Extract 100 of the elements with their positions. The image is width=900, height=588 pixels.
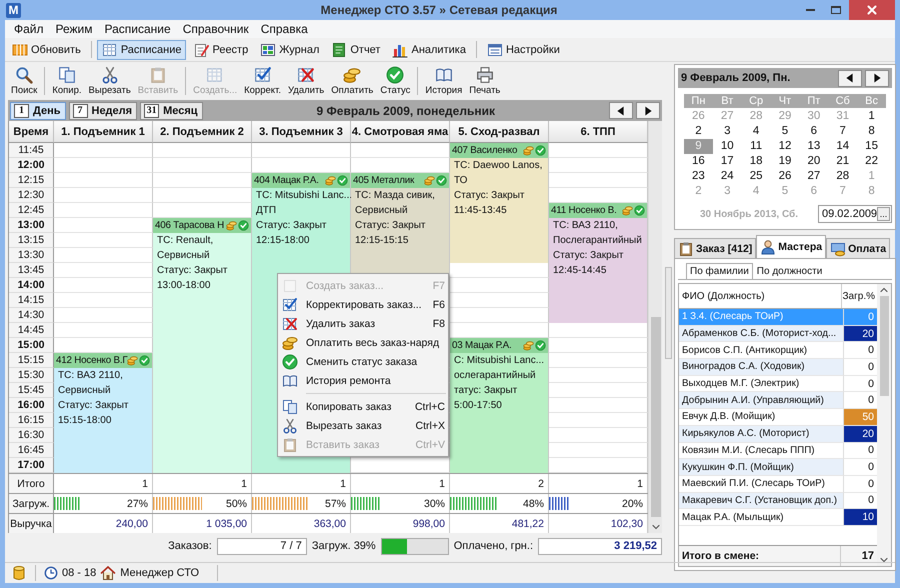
revenue-value: 1 035,00 — [153, 514, 252, 533]
time-label: 15:00 — [9, 338, 54, 353]
weekday-label: Вт — [720, 94, 734, 108]
time-label: 13:30 — [9, 248, 54, 263]
time-label: 16:30 — [9, 428, 54, 443]
calendar-title: 9 Февраль 2009, Пн. — [681, 72, 792, 84]
load-percent: 27% — [126, 498, 149, 510]
appointment-detail: ДТП — [256, 204, 276, 218]
column-header: ФИО (Должность) — [679, 284, 842, 308]
appointment-detail: Статус: Закрыт — [454, 189, 524, 203]
shift-total-label: Итого в смене: — [679, 546, 841, 566]
appointment-detail: 12:45-14:45 — [553, 264, 606, 278]
appointment-detail: Сервисный — [157, 249, 210, 263]
time-label: 15:45 — [9, 383, 54, 398]
appointment-detail: Сервисный — [58, 384, 111, 398]
load-percent: 48% — [522, 498, 545, 510]
total-count: 2 — [450, 474, 549, 493]
column-header: 2. Подъемник 2 — [153, 121, 252, 143]
calendar-page-icon: 7 — [72, 104, 88, 118]
appointment-detail: ТС: Daewoo Lanos, — [454, 159, 542, 173]
load-label: Загруж. 39% — [312, 540, 376, 552]
appointment-detail: Статус: Закрыт — [157, 264, 228, 278]
weekday-label: Пт — [806, 94, 822, 108]
appointment-detail: 15:15-18:00 — [58, 414, 112, 428]
load-value-cell: 50 — [844, 409, 877, 426]
load-value-cell: 10 — [844, 509, 877, 526]
time-label: 16:45 — [9, 443, 54, 458]
column-header: Загр.% — [842, 290, 876, 304]
weekday-label: Вс — [864, 94, 879, 108]
appointment-detail: 11:45-13:45 — [454, 204, 507, 218]
time-label: 13:00 — [9, 218, 54, 233]
time-label: 12:30 — [9, 188, 54, 203]
time-label: 13:15 — [9, 233, 54, 248]
appointment-title: 405 Металлик — [353, 175, 414, 186]
appointment-title: 406 Тарасова Н — [155, 220, 224, 231]
appointment-detail: Статус: Закрыт — [256, 219, 326, 233]
orders-label: Заказов: — [168, 540, 212, 552]
load-value-cell: 0 — [844, 492, 877, 510]
user-name: Менеджер СТО — [120, 567, 200, 579]
calendar-page-icon: 1 — [14, 104, 29, 118]
time-label: 16:00 — [9, 398, 54, 413]
weekday-label: Ср — [748, 94, 764, 108]
appointment-detail: ТС: ВАЗ 2110, — [58, 369, 123, 383]
time-label: 14:15 — [9, 293, 54, 308]
column-header: 5. Сход-развал — [450, 121, 549, 143]
appointment-detail: 12:15-18:00 — [256, 234, 310, 248]
load-value-cell: 20 — [844, 426, 877, 442]
revenue-value: 363,00 — [252, 514, 351, 533]
revenue-value: 481,22 — [450, 514, 549, 533]
time-label: 14:30 — [9, 308, 54, 323]
appointment-detail: Статус: Закрыт — [58, 399, 128, 413]
appointment-detail: ослегарантийный — [454, 369, 536, 383]
appointment-detail: Послегарантийный — [553, 234, 642, 248]
column-header: 6. ТПП — [549, 121, 648, 143]
time-label: 16:15 — [9, 413, 54, 428]
appointment-detail: Сервисный — [355, 204, 408, 218]
total-count: 1 — [153, 474, 252, 493]
summary-label: Выручка — [9, 514, 54, 533]
appointment-detail: 12:15-15:15 — [355, 234, 408, 248]
weekday-label: Чт — [778, 94, 792, 108]
time-label: 12:45 — [9, 203, 54, 218]
schedule-date: 9 Февраль 2009, понедельник — [316, 104, 496, 118]
column-header: 4. Смотровая яма — [351, 121, 450, 143]
weekday-label: Пн — [690, 94, 706, 108]
column-header: 1. Подъемник 1 — [54, 121, 153, 143]
shift-total-value: 17 — [860, 549, 875, 564]
appointment-detail: ТС: Renault, — [157, 234, 214, 248]
appointment-detail: 5:00-17:50 — [454, 399, 502, 413]
time-label: 15:30 — [9, 368, 54, 383]
appointment-detail: ТС: Mitsubishi Lanc... — [256, 189, 352, 203]
orders-field: 7 / 7 — [216, 538, 307, 554]
paid-label: Оплачено, грн.: — [454, 540, 533, 552]
appointment-title: 411 Носенко В. — [551, 205, 617, 216]
appointment-title: 412 Носенко В.Г — [56, 355, 128, 366]
time-label: 12:00 — [9, 158, 54, 173]
load-value-cell: 0 — [844, 442, 877, 460]
staff-name: Мацак Р.А. (Мыльщик) — [679, 509, 844, 526]
appointment-detail: ТС: Мазда сивик, — [355, 189, 435, 203]
time-label: 12:15 — [9, 173, 54, 188]
appointment-detail: ТС: ВАЗ 2110, — [553, 219, 618, 233]
appointment-detail: татус: Закрыт — [454, 384, 518, 398]
load-percent: 20% — [622, 498, 644, 510]
revenue-value: 240,00 — [54, 514, 153, 533]
load-percent: 50% — [226, 498, 248, 510]
appointment-title: 407 Василенко — [452, 145, 518, 156]
load-value-cell: 0 — [844, 459, 877, 476]
total-count: 1 — [351, 474, 450, 493]
load-value-cell: 0 — [844, 359, 877, 376]
calendar-page-icon: 31 — [144, 104, 160, 118]
window-title: Менеджер СТО 3.57 » Сетевая редакция — [320, 3, 558, 17]
appointment-title: 03 Мацак Р.А. — [452, 340, 512, 351]
weekday-label: Сб — [834, 94, 851, 108]
revenue-value: 998,00 — [351, 514, 450, 533]
work-hours: 08 - 18 — [62, 567, 96, 579]
appointment-detail: Статус: Закрыт — [355, 219, 426, 233]
total-count: 1 — [252, 474, 351, 493]
total-count: 1 — [54, 474, 153, 493]
time-label: 17:00 — [9, 458, 54, 473]
paid-field: 3 219,52 — [538, 538, 662, 554]
appointment-detail: Статус: Закрыт — [553, 249, 624, 263]
